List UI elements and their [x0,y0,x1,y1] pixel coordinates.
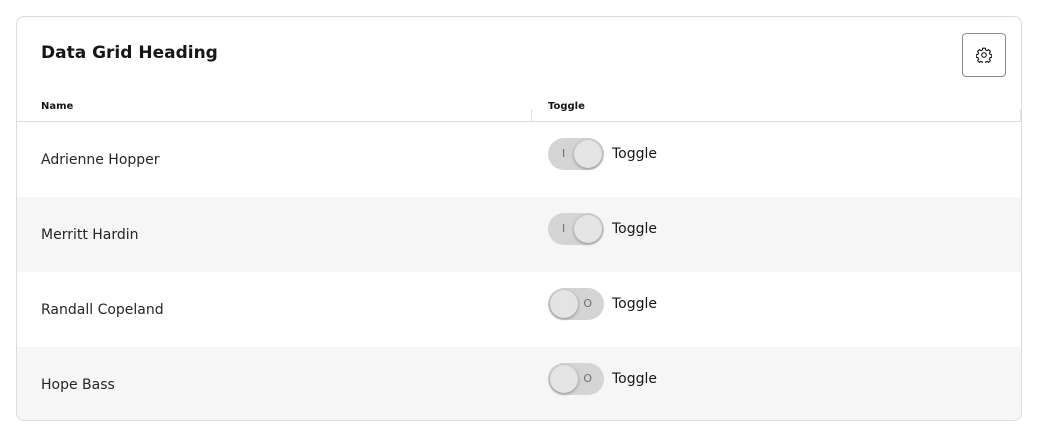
column-resize-divider-end[interactable] [1020,109,1021,122]
grid-header-row: Name Toggle [17,95,1021,122]
toggle-state-mark: O [583,372,592,385]
toggle-switch[interactable]: I Toggle [548,213,657,245]
table-row: Randall Copeland O Toggle [17,272,1021,347]
toggle-switch[interactable]: O Toggle [548,363,657,395]
toggle-label: Toggle [612,146,658,162]
toggle-label: Toggle [612,371,658,387]
toggle-thumb[interactable] [574,140,602,168]
toggle-label: Toggle [612,296,658,312]
grid-heading: Data Grid Heading [41,43,218,63]
table-row: Hope Bass O Toggle [17,347,1021,420]
settings-button[interactable] [962,33,1006,77]
toggle-track[interactable]: O [548,288,604,320]
toggle-thumb[interactable] [574,215,602,243]
cell-name: Randall Copeland [41,302,164,318]
column-resize-divider[interactable] [531,109,532,122]
cell-name: Hope Bass [41,377,115,393]
toggle-state-mark: I [562,222,566,235]
toggle-track[interactable]: O [548,363,604,395]
toggle-track[interactable]: I [548,138,604,170]
grid-body: Adrienne Hopper I Toggle Merritt Hardin … [17,122,1021,420]
toggle-switch[interactable]: I Toggle [548,138,657,170]
toggle-state-mark: I [562,147,566,160]
data-grid-card: Data Grid Heading Name Toggle Adrienne H… [16,16,1022,421]
toggle-state-mark: O [583,297,592,310]
toggle-label: Toggle [612,221,658,237]
toggle-thumb[interactable] [550,365,578,393]
toggle-track[interactable]: I [548,213,604,245]
toggle-switch[interactable]: O Toggle [548,288,657,320]
column-header-toggle[interactable]: Toggle [548,100,585,114]
toggle-thumb[interactable] [550,290,578,318]
column-header-name[interactable]: Name [41,100,73,114]
cell-name: Adrienne Hopper [41,152,160,168]
table-row: Merritt Hardin I Toggle [17,197,1021,272]
cell-name: Merritt Hardin [41,227,139,243]
gear-icon [976,47,992,63]
table-row: Adrienne Hopper I Toggle [17,122,1021,197]
